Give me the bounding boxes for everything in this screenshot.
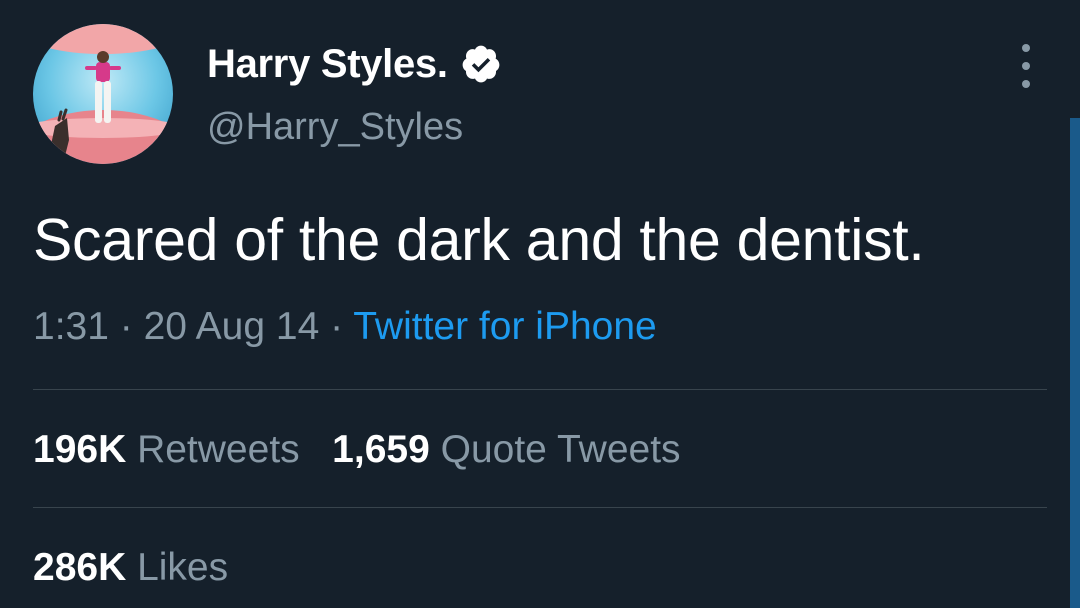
avatar[interactable] bbox=[33, 24, 173, 164]
tweet-time: 1:31 bbox=[33, 305, 109, 348]
scrollbar[interactable] bbox=[1070, 118, 1080, 608]
likes-stat[interactable]: 286K Likes bbox=[33, 546, 228, 589]
more-options-icon[interactable] bbox=[1012, 44, 1040, 88]
divider bbox=[33, 389, 1047, 390]
meta-separator: · bbox=[330, 305, 344, 348]
divider bbox=[33, 507, 1047, 508]
meta-separator: · bbox=[119, 305, 133, 348]
likes-stats-row: 286K Likes bbox=[33, 546, 228, 590]
tweet-source-link[interactable]: Twitter for iPhone bbox=[353, 305, 656, 348]
tweet-date: 20 Aug 14 bbox=[143, 305, 320, 348]
author-name-row: Harry Styles. bbox=[207, 40, 502, 88]
quote-tweets-count: 1,659 bbox=[332, 428, 430, 471]
quote-tweets-stat[interactable]: 1,659 Quote Tweets bbox=[332, 428, 680, 471]
retweets-label: Retweets bbox=[137, 428, 300, 471]
profile-photo-icon bbox=[33, 24, 173, 164]
tweet-meta: 1:31 · 20 Aug 14 · Twitter for iPhone bbox=[33, 305, 657, 349]
verified-badge-icon bbox=[462, 45, 500, 83]
author-display-name[interactable]: Harry Styles. bbox=[207, 42, 448, 87]
engagement-stats-row: 196K Retweets 1,659 Quote Tweets bbox=[33, 428, 681, 472]
retweets-stat[interactable]: 196K Retweets bbox=[33, 428, 300, 471]
quote-tweets-label: Quote Tweets bbox=[440, 428, 681, 471]
author-handle[interactable]: @Harry_Styles bbox=[207, 106, 463, 149]
retweets-count: 196K bbox=[33, 428, 127, 471]
tweet-text: Scared of the dark and the dentist. bbox=[33, 207, 925, 273]
likes-count: 286K bbox=[33, 546, 127, 589]
tweet-detail-screen: Harry Styles. @Harry_Styles Scared of th… bbox=[0, 0, 1080, 608]
likes-label: Likes bbox=[137, 546, 229, 589]
